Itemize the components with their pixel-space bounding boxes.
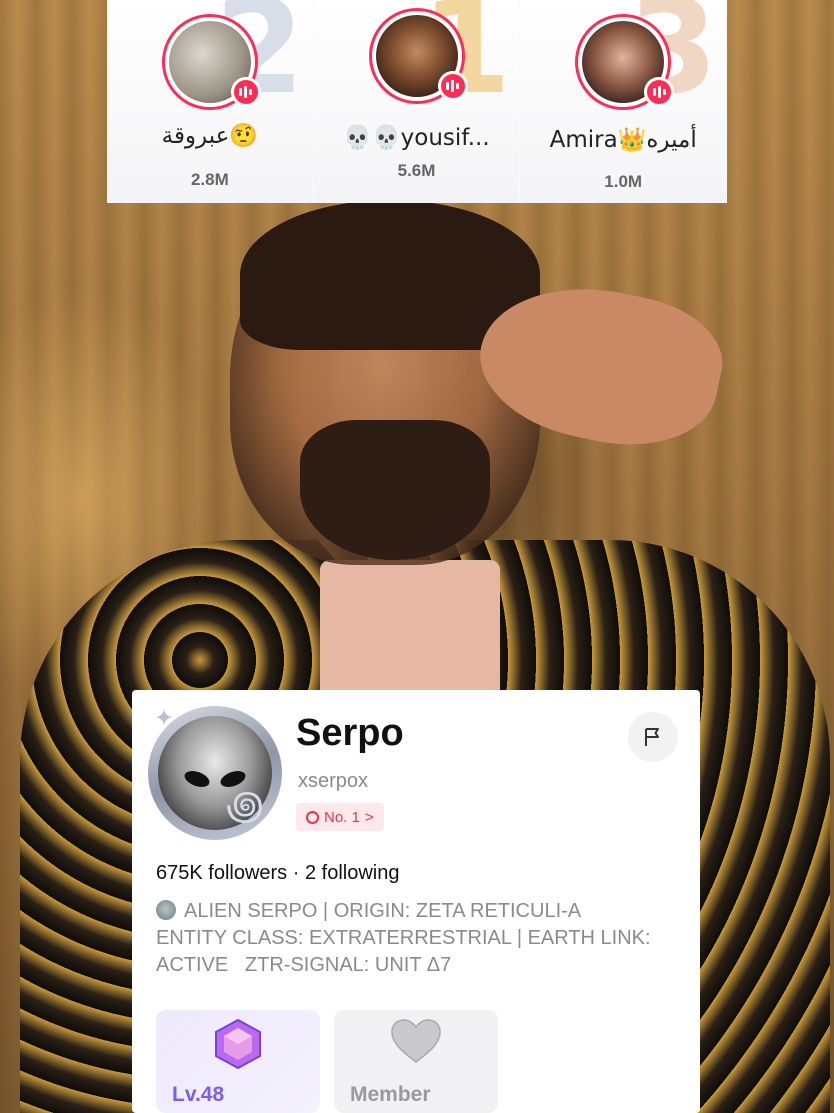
leaderboard-count: 5.6M [397,161,436,180]
star-icon: ✦ [154,705,175,732]
follow-stats[interactable]: 675K followers · 2 following [156,862,399,885]
flag-icon [645,728,659,746]
leaderboard-name: Amira👑أميره [549,127,697,153]
streamer-beard [300,420,490,560]
leaderboard-name: عبروقة🤨 [161,123,259,149]
chevron-right-icon: > [364,808,374,826]
bio-text: ALIEN SERPO | ORIGIN: ZETA RETICULI-A EN… [156,900,651,976]
timer-icon [306,810,319,824]
live-indicator-icon [644,77,675,107]
alien-eye [182,767,212,791]
rank-chip[interactable]: No. 1 > [296,803,384,831]
leaderboard-count: 2.8M [190,170,229,189]
avatar[interactable] [575,14,675,110]
swirl-icon: ꩜ [226,783,264,829]
avatar[interactable] [161,14,261,110]
live-indicator-icon [437,71,468,101]
alien-icon [156,900,176,920]
profile-avatar[interactable]: ✦ ꩜ [148,705,282,840]
profile-name: Serpo [296,712,404,754]
top-gifters-leaderboard: 2 عبروقة🤨 2.8M 1 💀💀yousif... 5.6M 3 Amir… [107,0,727,203]
leaderboard-entry-3[interactable]: 3 Amira👑أميره 1.0M [520,0,727,203]
profile-handle: xserpox [298,770,369,792]
leaderboard-entry-1[interactable]: 1 💀💀yousif... 5.6M [313,0,520,203]
live-indicator-icon [230,77,261,107]
gem-icon [215,1018,261,1070]
member-label: Member [350,1083,431,1106]
profile-bio: ALIEN SERPO | ORIGIN: ZETA RETICULI-A EN… [156,898,686,979]
rank-chip-label: No. 1 [324,808,360,826]
leaderboard-name: 💀💀yousif... [343,125,490,151]
heart-icon [391,1019,441,1063]
report-button[interactable] [628,712,678,762]
leaderboard-count: 1.0M [604,172,643,191]
badge-row: Lv.48 Member [156,1010,498,1113]
profile-card: ✦ ꩜ Serpo xserpox No. 1 > 675K followers… [132,690,700,1113]
streamer-shirt [320,560,500,700]
level-label: Lv.48 [172,1083,225,1106]
level-badge[interactable]: Lv.48 [156,1010,320,1113]
member-badge[interactable]: Member [334,1010,498,1113]
leaderboard-entry-2[interactable]: 2 عبروقة🤨 2.8M [107,0,313,203]
avatar[interactable] [368,8,468,104]
